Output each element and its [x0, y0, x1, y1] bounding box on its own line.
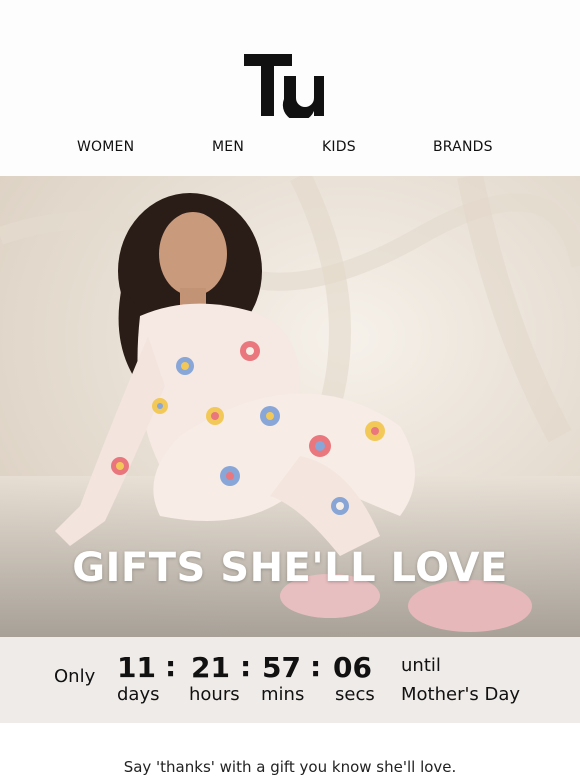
countdown-days-value: 11	[117, 651, 156, 684]
countdown-mins-value: 57	[262, 651, 301, 684]
hero-title: GIFTS SHE'LL LOVE	[72, 545, 508, 591]
countdown-hours-label: hours	[189, 684, 240, 705]
countdown-timer: Only 11 days : 21 hours : 57 mins : 06 s…	[0, 637, 580, 723]
nav-men-link[interactable]: MEN	[212, 139, 244, 155]
countdown-hours-value: 21	[191, 651, 230, 684]
countdown-separator: :	[165, 650, 177, 683]
nav-kids-link[interactable]: KIDS	[322, 139, 356, 155]
countdown-secs-label: secs	[335, 684, 375, 705]
nav-brands-link[interactable]: BRANDS	[433, 139, 493, 155]
countdown-suffix-top: until	[401, 655, 441, 676]
countdown-separator: :	[310, 650, 322, 683]
main-nav: WOMEN MEN KIDS BRANDS	[0, 139, 580, 159]
countdown-prefix: Only	[54, 666, 96, 687]
intro-text: Say 'thanks' with a gift you know she'll…	[123, 758, 457, 776]
email-header: WOMEN MEN KIDS BRANDS	[0, 0, 580, 176]
countdown-secs-value: 06	[333, 651, 372, 684]
countdown-separator: :	[240, 650, 252, 683]
countdown-days-label: days	[117, 684, 160, 705]
countdown-suffix-bottom: Mother's Day	[401, 684, 521, 705]
countdown-mins-label: mins	[261, 684, 305, 705]
nav-women-link[interactable]: WOMEN	[77, 139, 134, 155]
tu-logo[interactable]	[244, 52, 324, 118]
